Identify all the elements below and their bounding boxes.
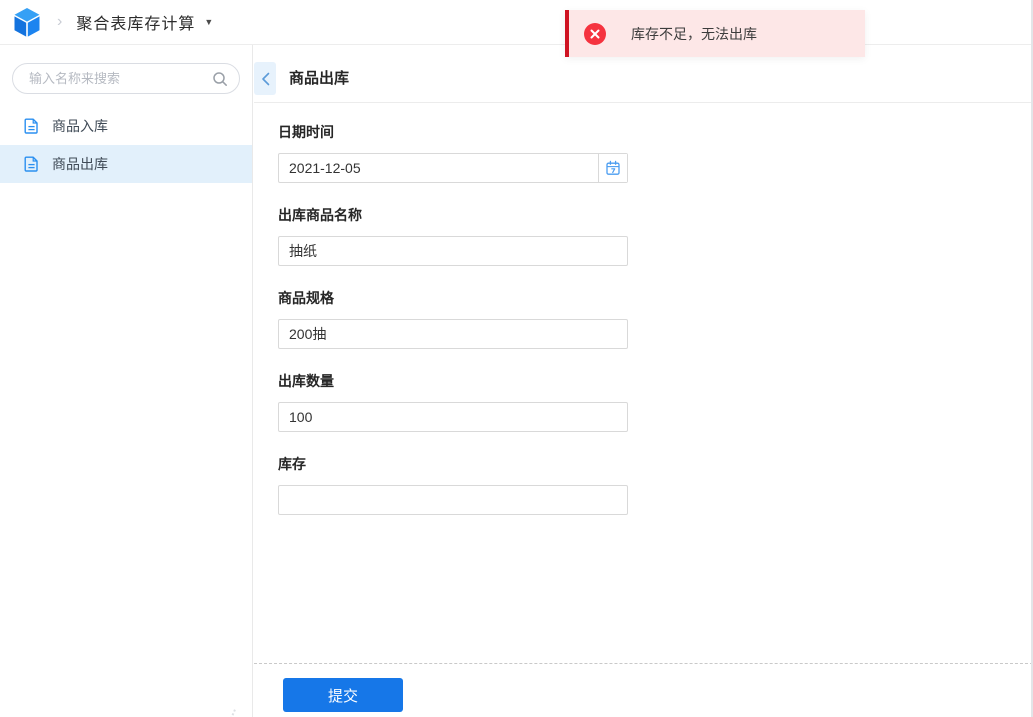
field-label: 商品规格 <box>278 290 334 306</box>
document-icon <box>24 118 39 134</box>
field-label: 出库商品名称 <box>278 207 362 223</box>
date-input-wrap <box>278 153 628 183</box>
sidebar: 商品入库 商品出库 <box>0 45 253 717</box>
field-label: 出库数量 <box>278 373 334 389</box>
field-stock: 库存 <box>278 454 628 515</box>
product-spec-input[interactable] <box>278 319 628 349</box>
app-logo-cube-icon[interactable] <box>13 7 41 38</box>
search-icon[interactable] <box>212 71 228 87</box>
field-product-name: 出库商品名称 <box>278 205 628 266</box>
field-product-spec: 商品规格 <box>278 288 628 349</box>
outbound-quantity-input[interactable] <box>278 402 628 432</box>
toast-message: 库存不足，无法出库 <box>631 25 757 42</box>
main-panel: 商品出库 日期时间 2021-12-05 出库商品名称 抽纸 商品规格 200抽… <box>254 45 1033 717</box>
calendar-icon[interactable] <box>598 154 627 182</box>
field-datetime: 日期时间 <box>278 122 628 183</box>
topbar: › 聚合表库存计算 ▼ <box>0 0 1033 45</box>
app-window: › 聚合表库存计算 ▼ 库存不足，无法出库 输入名称来搜索 商品入库 商品出库 … <box>0 0 1033 717</box>
footer-divider <box>254 663 1033 664</box>
app-switcher[interactable]: 聚合表库存计算 ▼ <box>76 10 213 34</box>
sidebar-item-label: 商品出库 <box>52 156 108 172</box>
field-label: 日期时间 <box>278 124 334 140</box>
caret-down-icon[interactable]: ▼ <box>204 17 213 27</box>
watermark-dots <box>210 709 240 717</box>
outbound-form: 日期时间 出库商品名称 <box>254 103 1033 515</box>
document-icon <box>24 156 39 172</box>
breadcrumb-app-title[interactable]: 聚合表库存计算 <box>76 10 195 34</box>
search-input[interactable] <box>29 71 212 86</box>
chevron-left-icon <box>261 72 269 85</box>
sidebar-item-goods-inbound[interactable]: 商品入库 <box>0 107 252 145</box>
stock-input[interactable] <box>278 485 628 515</box>
submit-button[interactable]: 提交 <box>283 678 403 712</box>
error-toast: 库存不足，无法出库 <box>565 10 865 57</box>
datetime-input[interactable] <box>279 154 598 182</box>
error-circle-x-icon <box>584 22 606 45</box>
sidebar-item-goods-outbound[interactable]: 商品出库 <box>0 145 252 183</box>
back-button[interactable] <box>254 62 276 95</box>
page-title: 商品出库 <box>289 70 350 87</box>
field-outbound-quantity: 出库数量 <box>278 371 628 432</box>
sidebar-search-box <box>12 63 240 94</box>
breadcrumb-separator-icon: › <box>57 13 63 30</box>
field-label: 库存 <box>278 456 306 472</box>
product-name-input[interactable] <box>278 236 628 266</box>
sidebar-item-label: 商品入库 <box>52 118 108 134</box>
